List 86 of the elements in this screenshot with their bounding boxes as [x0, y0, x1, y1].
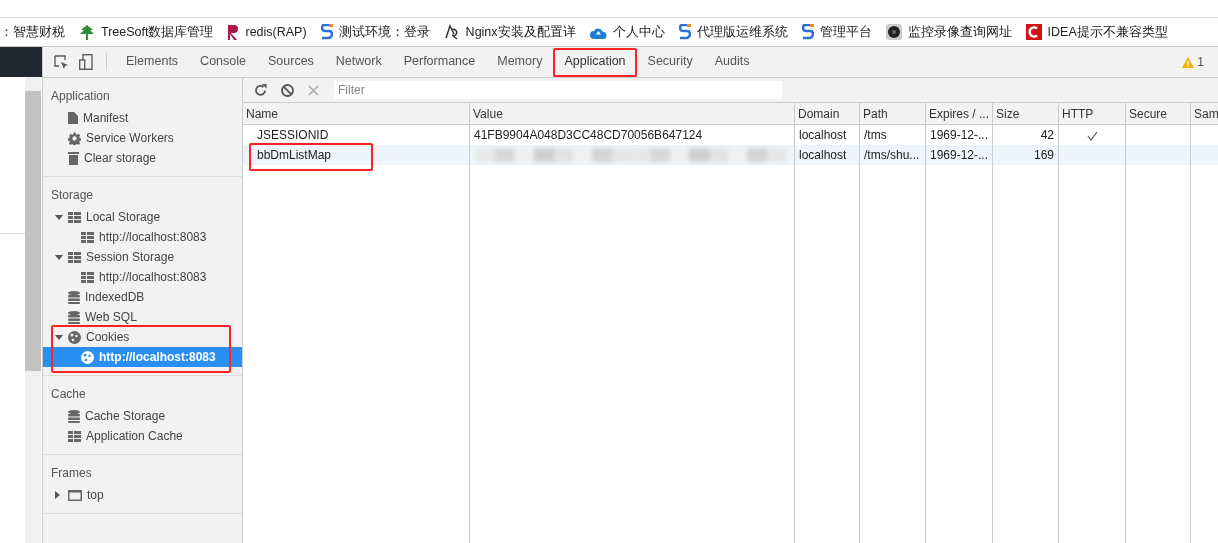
- bookmark[interactable]: 个人中心: [589, 23, 665, 41]
- sidebar-item[interactable]: Service Workers: [43, 128, 242, 148]
- bookmark[interactable]: 管理平台: [801, 23, 872, 41]
- table-cell: /tms/shu...: [864, 148, 920, 162]
- trash-icon: [68, 151, 79, 165]
- expanded-arrow-icon[interactable]: [55, 254, 63, 260]
- filter-field[interactable]: Filter: [334, 81, 782, 99]
- sidebar-item[interactable]: Cache Storage: [43, 406, 242, 426]
- sidebar-item[interactable]: http://localhost:8083: [43, 267, 242, 287]
- column-header[interactable]: Sam: [1191, 103, 1218, 125]
- tree-icon: [79, 24, 95, 40]
- section-title: Cache: [50, 386, 87, 403]
- column-header[interactable]: Name: [243, 103, 470, 125]
- grid-icon: [68, 251, 81, 263]
- s-logo-icon: [678, 24, 691, 40]
- c-logo-icon: [1025, 24, 1042, 40]
- grid-icon: [68, 211, 81, 223]
- table-cell: [1126, 145, 1191, 165]
- column-header[interactable]: HTTP: [1059, 103, 1126, 125]
- bookmark[interactable]: ：智慧财税: [0, 23, 65, 41]
- sidebar-item[interactable]: Session Storage: [43, 247, 242, 267]
- grid-icon: [81, 271, 94, 283]
- expanded-arrow-icon[interactable]: [55, 334, 63, 340]
- devtools-tab[interactable]: Memory: [486, 47, 554, 77]
- sidebar-item[interactable]: Local Storage: [43, 207, 242, 227]
- cookie-icon: [68, 330, 81, 344]
- bookmark[interactable]: 监控录像查询网址: [885, 23, 1012, 41]
- devtools-tab[interactable]: Network: [324, 47, 393, 77]
- table-cell: /tms: [864, 128, 887, 142]
- database-icon: [68, 409, 80, 423]
- database-icon: [68, 290, 80, 304]
- r-logo-icon: [227, 24, 240, 40]
- table-cell: 41FB9904A048D3CC48CD70056B647124: [474, 128, 703, 142]
- file-icon: [68, 112, 78, 124]
- bookmark[interactable]: redis(RAP): [227, 24, 307, 40]
- devtools-tab[interactable]: Application: [553, 47, 637, 77]
- devtools-tab[interactable]: Console: [189, 47, 257, 77]
- collapsed-arrow-icon[interactable]: [55, 491, 60, 499]
- devtools-tab[interactable]: Performance: [392, 47, 487, 77]
- column-header[interactable]: Size: [993, 103, 1059, 125]
- bookmark[interactable]: Nginx安装及配置详: [443, 23, 576, 41]
- section-title: Application: [50, 88, 111, 105]
- camera-icon: [885, 24, 902, 40]
- table-cell: 1969-12-...: [930, 148, 989, 162]
- frame-icon: [68, 489, 82, 501]
- column-header[interactable]: Expires / ...: [926, 103, 993, 125]
- table-cell: 169: [1033, 148, 1054, 162]
- sidebar-item[interactable]: Application Cache: [43, 426, 242, 446]
- bookmark[interactable]: 测试环境：登录: [320, 23, 430, 41]
- bookmark[interactable]: TreeSoft数据库管理: [79, 23, 214, 41]
- devtools-tab[interactable]: Elements: [115, 47, 190, 77]
- cookie-icon: [81, 350, 94, 364]
- column-header[interactable]: Domain: [795, 103, 860, 125]
- devtools-tab[interactable]: Sources: [257, 47, 325, 77]
- sidebar-item[interactable]: Manifest: [43, 108, 242, 128]
- s-logo-icon: [320, 24, 333, 40]
- page-header: [0, 47, 42, 77]
- sidebar-item[interactable]: Clear storage: [43, 148, 242, 168]
- table-cell: 42: [1040, 128, 1054, 142]
- sidebar-item[interactable]: Cookies: [43, 327, 242, 347]
- nginx-logo-icon: [443, 24, 460, 40]
- column-header[interactable]: Value: [470, 103, 795, 125]
- devtools-tab[interactable]: Security: [636, 47, 704, 77]
- gear-icon: [68, 131, 81, 145]
- sidebar-item[interactable]: top: [43, 485, 242, 505]
- column-header[interactable]: Path: [860, 103, 926, 125]
- table-cell: localhost: [799, 148, 847, 162]
- grid-icon: [68, 430, 81, 442]
- bookmark[interactable]: IDEA提示不兼容类型: [1025, 23, 1168, 41]
- sidebar-item[interactable]: Web SQL: [43, 307, 242, 327]
- grid-icon: [81, 231, 94, 243]
- section-title: Storage: [50, 187, 95, 204]
- devtools-tab[interactable]: Audits: [703, 47, 761, 77]
- sidebar-item[interactable]: IndexedDB: [43, 287, 242, 307]
- sidebar-item[interactable]: http://localhost:8083: [43, 227, 242, 247]
- table-cell: 1969-12-...: [930, 128, 989, 142]
- scrollbar[interactable]: [25, 77, 41, 543]
- bookmark[interactable]: 代理版运维系统: [678, 23, 788, 41]
- warning-count: 1: [1197, 55, 1204, 69]
- database-icon: [68, 310, 80, 324]
- s-logo-icon: [801, 24, 814, 40]
- column-header[interactable]: Secure: [1126, 103, 1191, 125]
- table-cell: localhost: [799, 128, 847, 142]
- section-title: Frames: [50, 465, 93, 482]
- expanded-arrow-icon[interactable]: [55, 214, 63, 220]
- table-cell: [1191, 145, 1218, 165]
